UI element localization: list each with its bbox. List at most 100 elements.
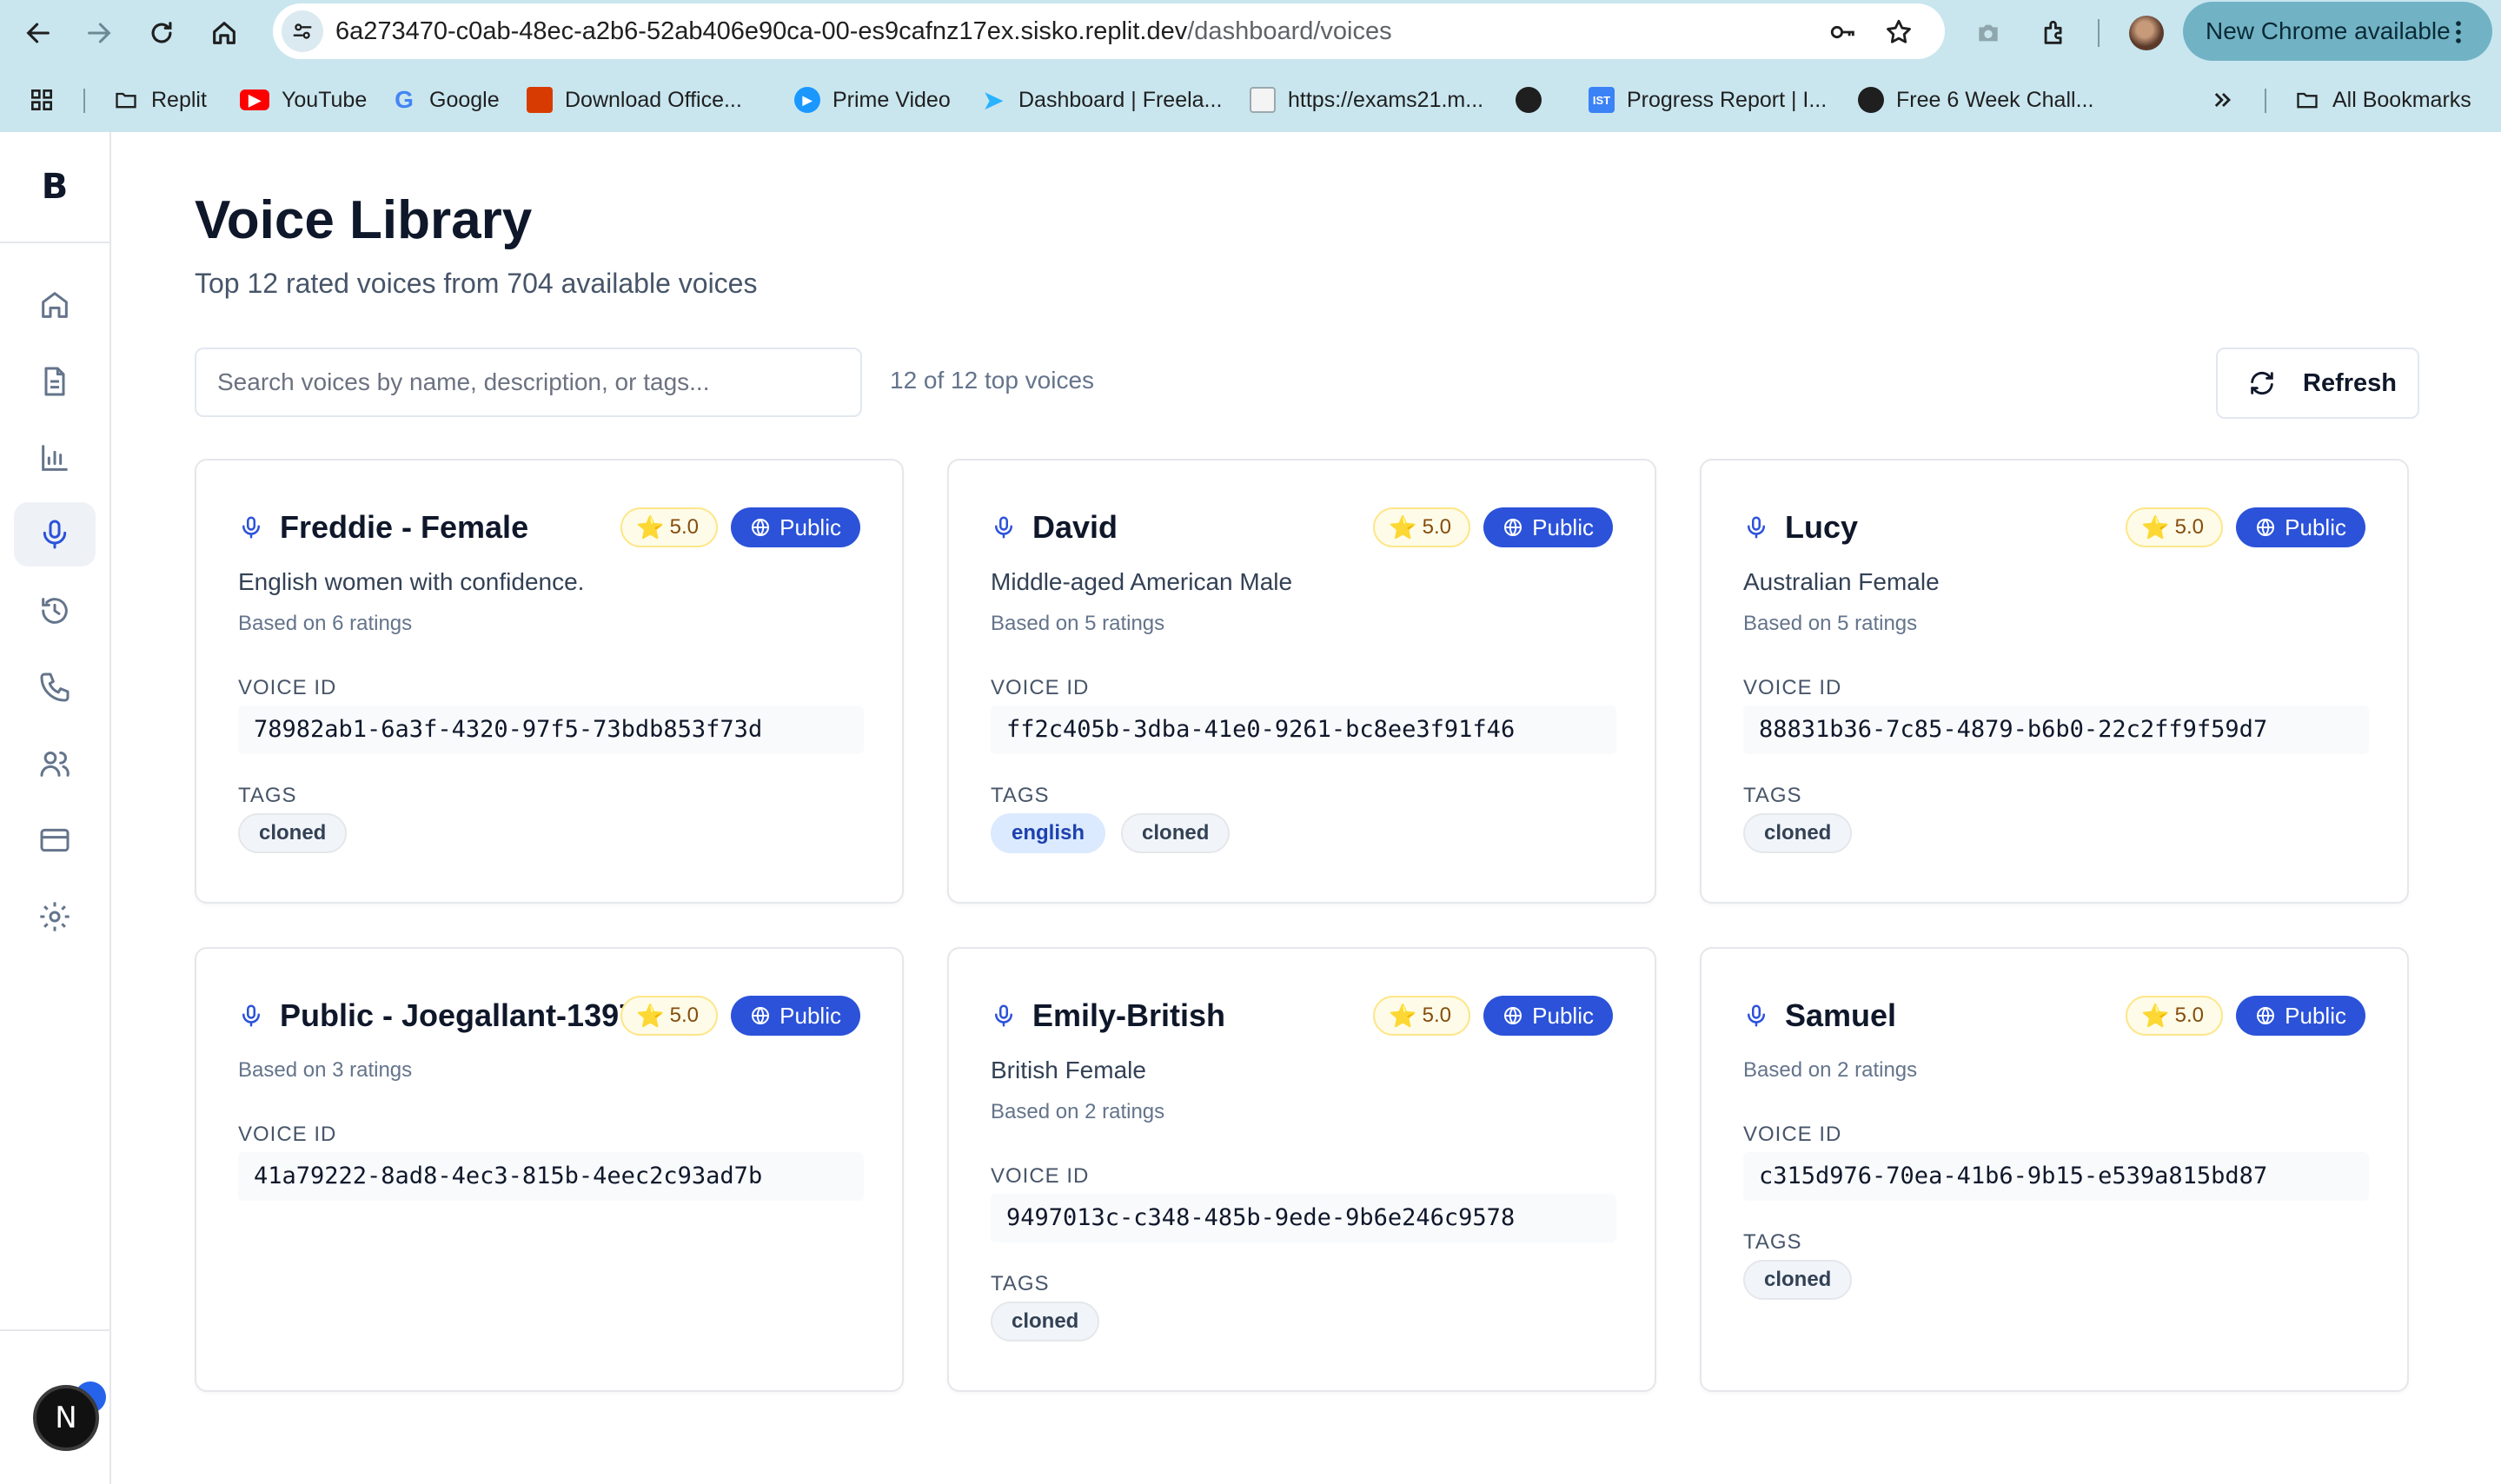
camera-icon[interactable] xyxy=(1971,16,2006,50)
microphone-icon xyxy=(995,516,1012,539)
update-chrome-button[interactable]: New Chrome available xyxy=(2183,2,2492,61)
history-icon xyxy=(42,598,68,624)
voice-card-header: Samuel xyxy=(1743,994,1896,1037)
site-settings-icon[interactable] xyxy=(282,10,323,52)
bookmark-star-icon[interactable] xyxy=(1884,17,1914,51)
visibility-badge: Public xyxy=(731,996,860,1036)
voice-name: David xyxy=(1032,509,1118,545)
voice-id-value[interactable]: 78982ab1-6a3f-4320-97f5-73bdb853f73d xyxy=(238,706,864,754)
tag-chip[interactable]: cloned xyxy=(1743,1260,1853,1300)
home-icon xyxy=(42,292,68,318)
visibility-label: Public xyxy=(1532,513,1594,540)
sidebar-item-documents[interactable] xyxy=(14,349,96,414)
more-vertical-icon xyxy=(2456,21,2461,43)
globe-icon xyxy=(752,519,770,536)
tag-chip[interactable]: cloned xyxy=(1121,813,1231,853)
tag-chip[interactable]: cloned xyxy=(991,1302,1100,1342)
voice-card[interactable]: Emily-British ⭐ 5.0 Public British Female Bas… xyxy=(947,947,1656,1392)
search-input[interactable] xyxy=(195,348,862,417)
voice-card[interactable]: David ⭐ 5.0 Public Middle-aged American Male… xyxy=(947,459,1656,904)
sidebar-item-history[interactable] xyxy=(14,579,96,643)
tags-label: TAGS xyxy=(238,784,297,807)
voice-card[interactable]: Lucy ⭐ 5.0 Public Australian Female Based on … xyxy=(1700,459,2409,904)
reload-button[interactable] xyxy=(141,12,182,54)
bookmarks-bar: Replit ▶ YouTube G Google Download Office.… xyxy=(0,75,2501,125)
back-button[interactable] xyxy=(17,12,59,54)
sidebar: B N xyxy=(0,132,111,1484)
apps-grid-icon[interactable] xyxy=(28,83,56,116)
voice-card[interactable]: Public - Joegallant-1397 ⭐ 5.0 Public Based … xyxy=(195,947,904,1392)
office-icon xyxy=(527,87,553,113)
bookmarks-divider xyxy=(83,89,85,113)
more-bookmarks-chevron-icon[interactable] xyxy=(2211,83,2235,116)
youtube-icon: ▶ xyxy=(240,89,269,110)
voice-id-value[interactable]: 9497013c-c348-485b-9ede-9b6e246c9578 xyxy=(991,1194,1616,1242)
bookmark-youtube[interactable]: ▶ YouTube xyxy=(240,83,367,116)
voice-id-label: VOICE ID xyxy=(991,1164,1090,1188)
sidebar-item-calls[interactable] xyxy=(14,655,96,719)
sidebar-item-users[interactable] xyxy=(14,732,96,796)
tag-chip[interactable]: cloned xyxy=(238,813,348,853)
bookmark-exams[interactable]: https://exams21.m... xyxy=(1250,83,1483,116)
rating-value: 5.0 xyxy=(2174,1004,2204,1027)
visibility-label: Public xyxy=(2285,1002,2346,1029)
globe-icon xyxy=(1504,1007,1522,1024)
tag-list: cloned xyxy=(238,813,348,853)
all-bookmarks[interactable]: All Bookmarks xyxy=(2294,83,2471,116)
sidebar-item-billing[interactable] xyxy=(14,808,96,872)
address-bar[interactable]: 6a273470-c0ab-48ec-a2b6-52ab406e90ca-00-… xyxy=(273,3,1945,59)
page-subtitle: Top 12 rated voices from 704 available v… xyxy=(195,268,758,299)
sidebar-item-settings[interactable] xyxy=(14,884,96,949)
bookmarks-divider xyxy=(2265,89,2266,113)
bookmark-freelancer[interactable]: ➤ Dashboard | Freela... xyxy=(980,83,1222,116)
voice-id-value[interactable]: 88831b36-7c85-4879-b6b0-22c2ff9f59d7 xyxy=(1743,706,2369,754)
bookmark-free-6-week[interactable]: Free 6 Week Chall... xyxy=(1858,83,2093,116)
tag-chip[interactable]: cloned xyxy=(1743,813,1853,853)
rating-value: 5.0 xyxy=(1422,1004,1451,1027)
rating-value: 5.0 xyxy=(669,1004,699,1027)
bookmark-download-office[interactable]: Download Office... xyxy=(527,83,742,116)
tag-list: cloned xyxy=(991,1302,1100,1342)
bookmark-progress-report[interactable]: IST Progress Report | I... xyxy=(1589,83,1827,116)
voice-id-label: VOICE ID xyxy=(1743,1123,1842,1146)
sidebar-item-analytics[interactable] xyxy=(14,426,96,490)
visibility-label: Public xyxy=(1532,1002,1594,1029)
bookmark-globe[interactable] xyxy=(1516,83,1554,116)
voice-id-value[interactable]: c315d976-70ea-41b6-9b15-e539a815bd87 xyxy=(1743,1152,2369,1201)
voice-card[interactable]: Samuel ⭐ 5.0 Public Based on 2 ratings VOICE … xyxy=(1700,947,2409,1392)
bookmark-google[interactable]: G Google xyxy=(391,83,500,116)
bookmark-replit[interactable]: Replit xyxy=(113,83,207,116)
home-button[interactable] xyxy=(203,12,245,54)
extensions-icon[interactable] xyxy=(2037,16,2072,50)
refresh-button[interactable]: Refresh xyxy=(2216,348,2419,419)
tag-list: english cloned xyxy=(991,813,1231,853)
sidebar-item-home[interactable] xyxy=(14,273,96,337)
app: B N Voice Library Top 12 rated voices fr… xyxy=(0,132,2501,1484)
voice-id-value[interactable]: ff2c405b-3dba-41e0-9261-bc8ee3f91f46 xyxy=(991,706,1616,754)
voice-description: British Female xyxy=(991,1057,1146,1083)
voice-id-label: VOICE ID xyxy=(1743,676,1842,699)
voice-id-label: VOICE ID xyxy=(238,676,337,699)
rating-badge: ⭐ 5.0 xyxy=(1373,996,1470,1036)
brand-logo[interactable]: B xyxy=(0,132,109,243)
microphone-icon xyxy=(242,1004,260,1027)
tags-label: TAGS xyxy=(991,784,1050,807)
microphone-icon xyxy=(1748,516,1765,539)
user-avatar[interactable]: N xyxy=(33,1385,99,1451)
voice-card-header: Public - Joegallant-1397 xyxy=(238,994,636,1037)
prime-video-icon: ▶ xyxy=(794,87,820,113)
profile-avatar[interactable] xyxy=(2129,16,2164,50)
voice-id-value[interactable]: 41a79222-8ad8-4ec3-815b-4eec2c93ad7b xyxy=(238,1152,864,1201)
results-count: 12 of 12 top voices xyxy=(890,367,1095,394)
microphone-icon xyxy=(43,520,67,549)
voice-card-header: David xyxy=(991,506,1118,549)
globe-icon xyxy=(1504,519,1522,536)
sidebar-item-voices[interactable] xyxy=(14,502,96,566)
voice-card[interactable]: Freddie - Female ⭐ 5.0 Public English women … xyxy=(195,459,904,904)
update-chrome-label: New Chrome available xyxy=(2206,17,2451,44)
tag-chip[interactable]: english xyxy=(991,813,1106,853)
password-key-icon[interactable] xyxy=(1828,17,1858,51)
bookmark-prime-video[interactable]: ▶ Prime Video xyxy=(794,83,951,116)
forward-button[interactable] xyxy=(78,12,120,54)
rating-badge: ⭐ 5.0 xyxy=(620,507,718,547)
